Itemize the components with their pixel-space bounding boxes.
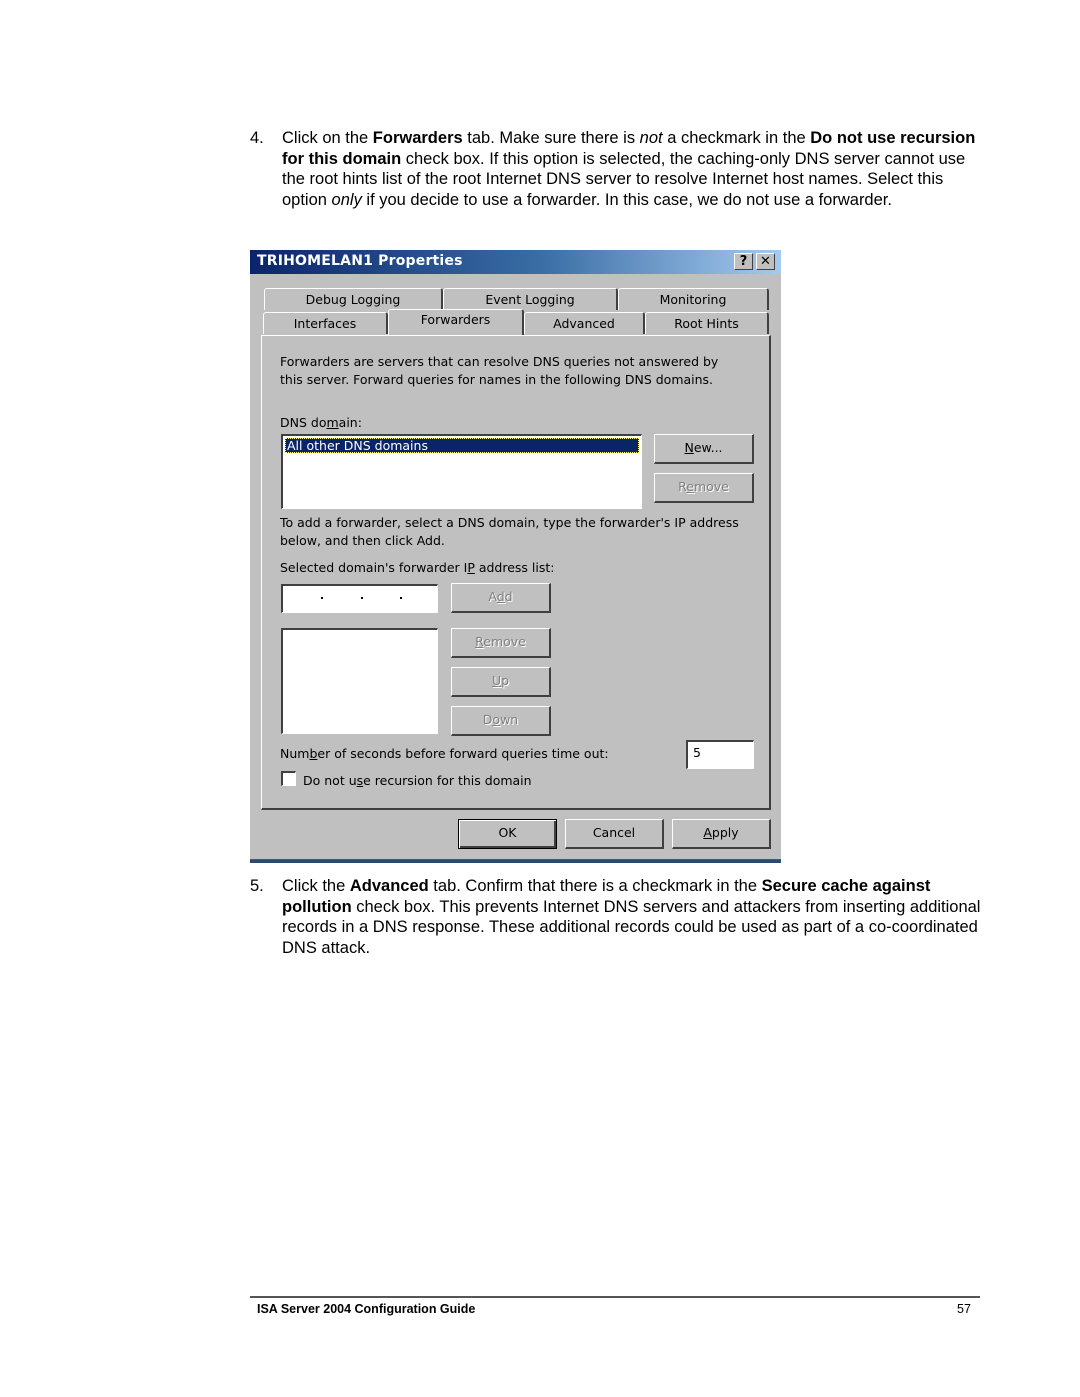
intro-text-line1: Forwarders are servers that can resolve … (280, 354, 719, 369)
tab-debug-logging[interactable]: Debug Logging (264, 288, 443, 310)
tab-interfaces[interactable]: Interfaces (263, 312, 388, 334)
step-number: 5. (250, 877, 264, 895)
text-segment: if you decide to use a forwarder. In thi… (361, 190, 892, 209)
properties-dialog: TRIHOMELAN1 Properties ? ✕ Debug Logging… (250, 250, 781, 863)
recursion-checkbox[interactable] (281, 771, 296, 786)
text-segment: Click the (282, 877, 350, 895)
footer-title: ISA Server 2004 Configuration Guide (257, 1302, 476, 1316)
page-number: 57 (957, 1302, 971, 1316)
apply-button[interactable]: Apply (672, 819, 771, 849)
close-button[interactable]: ✕ (756, 253, 775, 270)
step-text: Click the Advanced tab. Confirm that the… (282, 876, 982, 958)
dns-domain-label: DNS domain: (280, 415, 362, 430)
text-segment: tab. Confirm that there is a checkmark i… (428, 877, 762, 895)
step-number: 4. (250, 129, 264, 147)
ip-address-input[interactable] (281, 584, 438, 613)
timeout-label: Number of seconds before forward queries… (280, 746, 609, 761)
move-up-button[interactable]: Up (451, 667, 551, 697)
dns-domain-list[interactable]: All other DNS domains (281, 434, 642, 509)
help-button[interactable]: ? (734, 253, 753, 270)
remove-domain-button[interactable]: Remove (654, 473, 754, 503)
text-segment: Forwarders (372, 129, 463, 147)
question-mark-icon: ? (739, 254, 748, 269)
intro-text-line2: this server. Forward queries for names i… (280, 372, 714, 387)
remove-ip-button[interactable]: Remove (451, 628, 551, 658)
ip-separator-dot (361, 597, 363, 599)
step-text: Click on the Forwarders tab. Make sure t… (282, 128, 982, 210)
forwarder-ip-list[interactable] (281, 628, 438, 734)
move-down-button[interactable]: Down (451, 706, 551, 736)
text-segment: a checkmark in the (662, 129, 811, 147)
close-icon: ✕ (760, 254, 771, 269)
timeout-input[interactable]: 5 (686, 740, 754, 769)
text-segment: Click on the (282, 129, 373, 147)
dialog-bottom-edge (250, 859, 781, 863)
ip-separator-dot (321, 597, 323, 599)
text-segment: Advanced (349, 877, 429, 895)
tab-monitoring[interactable]: Monitoring (618, 288, 769, 310)
add-ip-button[interactable]: Add (451, 583, 551, 613)
text-segment: tab. Make sure there is (462, 129, 640, 147)
tab-event-logging[interactable]: Event Logging (443, 288, 618, 310)
title-bar[interactable]: TRIHOMELAN1 Properties ? ✕ (250, 250, 781, 274)
dns-domain-item-selected[interactable]: All other DNS domains (285, 438, 639, 453)
new-domain-button[interactable]: New... (654, 434, 754, 464)
tab-advanced[interactable]: Advanced (524, 312, 645, 334)
text-segment: not (639, 129, 663, 147)
dialog-title: TRIHOMELAN1 Properties (257, 253, 463, 269)
ip-list-label: Selected domain's forwarder IP address l… (280, 560, 555, 575)
text-segment: only (331, 190, 362, 209)
footer-divider (250, 1296, 980, 1298)
cancel-button[interactable]: Cancel (565, 819, 664, 849)
recursion-checkbox-label[interactable]: Do not use recursion for this domain (303, 772, 532, 789)
add-hint-line2: below, and then click Add. (280, 533, 445, 548)
tab-root-hints[interactable]: Root Hints (645, 312, 769, 334)
ip-separator-dot (400, 597, 402, 599)
tab-forwarders[interactable]: Forwarders (388, 309, 524, 335)
add-hint-line1: To add a forwarder, select a DNS domain,… (280, 515, 739, 530)
forwarders-panel: Forwarders are servers that can resolve … (261, 335, 771, 810)
text-segment: check box. This prevents Internet DNS se… (282, 897, 981, 957)
ok-button[interactable]: OK (458, 819, 557, 849)
